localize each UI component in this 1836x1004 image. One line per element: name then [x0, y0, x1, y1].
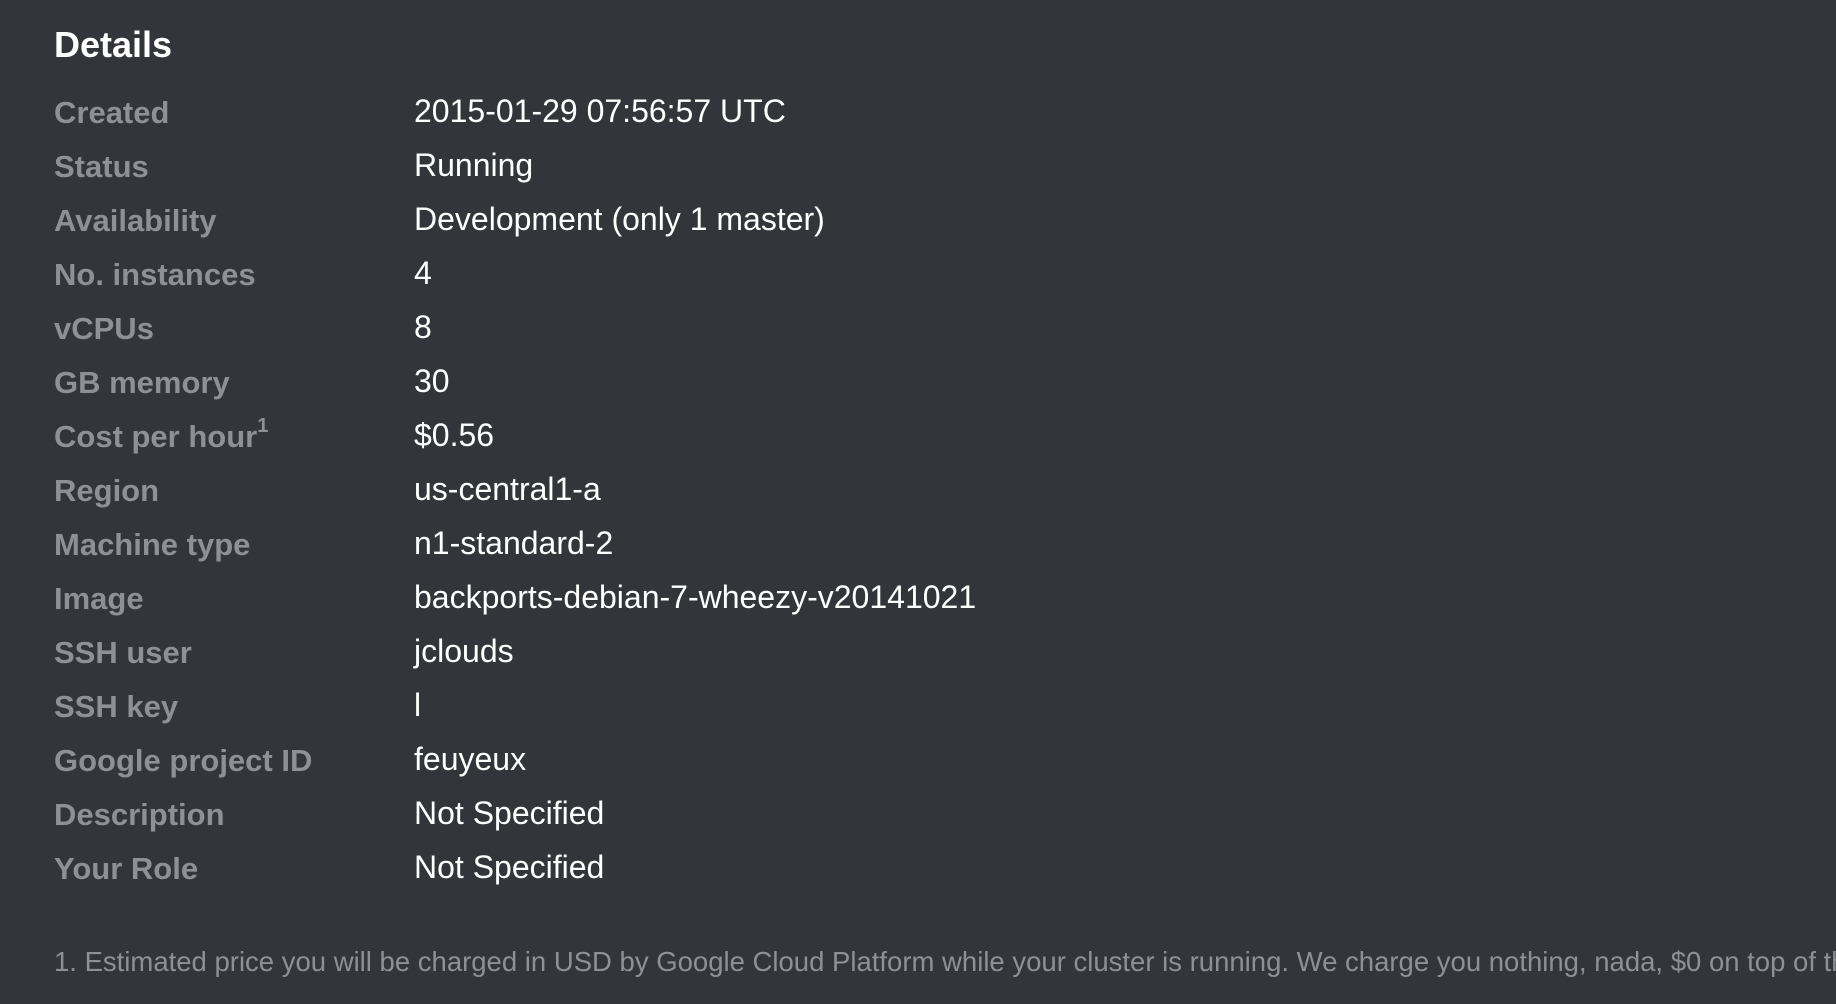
detail-value: us-central1-a — [414, 471, 601, 507]
detail-row-description: Description Not Specified — [54, 790, 1754, 844]
detail-label: Region — [54, 473, 160, 508]
detail-value: Development (only 1 master) — [414, 201, 825, 237]
detail-value: jclouds — [414, 633, 514, 669]
detail-label: GB memory — [54, 365, 230, 400]
detail-label: Image — [54, 581, 144, 616]
detail-label: SSH user — [54, 635, 192, 670]
detail-value: $0.56 — [414, 417, 495, 453]
detail-row-cost-per-hour: Cost per hour1 $0.56 — [54, 412, 1754, 466]
detail-row-memory: GB memory 30 — [54, 358, 1754, 412]
detail-row-your-role: Your Role Not Specified — [54, 844, 1754, 898]
detail-row-image: Image backports-debian-7-wheezy-v2014102… — [54, 574, 1754, 628]
detail-value: backports-debian-7-wheezy-v20141021 — [414, 579, 977, 615]
detail-row-vcpus: vCPUs 8 — [54, 304, 1754, 358]
detail-label: Machine type — [54, 527, 251, 562]
detail-label: Status — [54, 149, 149, 184]
footnote-marker: 1 — [257, 414, 269, 437]
details-list: Created 2015-01-29 07:56:57 UTC Status R… — [54, 88, 1754, 898]
detail-value: 30 — [414, 363, 450, 399]
detail-label: Your Role — [54, 851, 199, 886]
detail-label: Availability — [54, 203, 217, 238]
detail-row-google-project-id: Google project ID feuyeux — [54, 736, 1754, 790]
cost-footnote: 1. Estimated price you will be charged i… — [54, 946, 1836, 977]
detail-row-ssh-user: SSH user jclouds — [54, 628, 1754, 682]
detail-row-created: Created 2015-01-29 07:56:57 UTC — [54, 88, 1754, 142]
detail-row-region: Region us-central1-a — [54, 466, 1754, 520]
detail-row-instances: No. instances 4 — [54, 250, 1754, 304]
detail-row-machine-type: Machine type n1-standard-2 — [54, 520, 1754, 574]
detail-label: SSH key — [54, 689, 179, 724]
detail-label: Cost per hour1 — [54, 414, 269, 456]
detail-label: No. instances — [54, 257, 256, 292]
detail-value: Not Specified — [414, 795, 605, 831]
detail-value: 4 — [414, 255, 432, 291]
detail-label: Description — [54, 797, 225, 832]
detail-label: Created — [54, 95, 170, 130]
detail-value: 8 — [414, 309, 432, 345]
detail-row-ssh-key: SSH key l — [54, 682, 1754, 736]
detail-value: l — [414, 687, 422, 723]
detail-row-availability: Availability Development (only 1 master) — [54, 196, 1754, 250]
detail-label: Google project ID — [54, 743, 313, 778]
detail-label: vCPUs — [54, 311, 154, 346]
detail-value: n1-standard-2 — [414, 525, 614, 561]
detail-label-text: Cost per hour — [54, 419, 258, 454]
section-title: Details — [54, 24, 173, 65]
detail-value: 2015-01-29 07:56:57 UTC — [414, 93, 786, 129]
detail-value: Not Specified — [414, 849, 605, 885]
detail-row-status: Status Running — [54, 142, 1754, 196]
details-panel: Details Created 2015-01-29 07:56:57 UTC … — [0, 0, 1836, 1004]
detail-value: feuyeux — [414, 741, 527, 777]
detail-value: Running — [414, 147, 534, 183]
